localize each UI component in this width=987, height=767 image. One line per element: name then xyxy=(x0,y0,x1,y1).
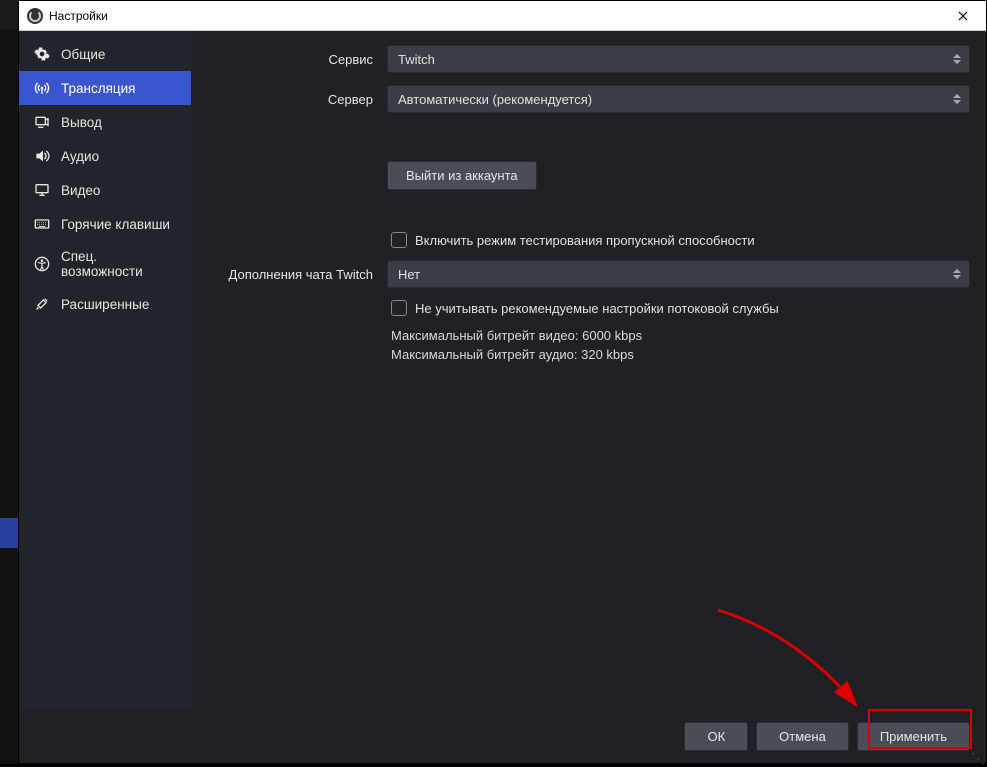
service-select[interactable]: Twitch xyxy=(387,45,970,73)
twitch-addons-value: Нет xyxy=(398,267,420,282)
sidebar-item-label: Вывод xyxy=(61,115,102,130)
spinner-icon xyxy=(949,48,965,70)
bandwidth-test-checkbox[interactable] xyxy=(391,232,407,248)
content-panel: Сервис Twitch Сервер Автоматически (реко… xyxy=(191,31,986,710)
sidebar-item-label: Аудио xyxy=(61,149,99,164)
cancel-button[interactable]: Отмена xyxy=(756,722,849,751)
twitch-addons-label: Дополнения чата Twitch xyxy=(191,267,377,282)
sidebar-item-hotkeys[interactable]: Горячие клавиши xyxy=(19,207,191,241)
sidebar-item-audio[interactable]: Аудио xyxy=(19,139,191,173)
sidebar-item-advanced[interactable]: Расширенные xyxy=(19,287,191,321)
server-label: Сервер xyxy=(191,92,377,107)
sidebar-item-label: Трансляция xyxy=(61,81,135,96)
sidebar-item-label: Горячие клавиши xyxy=(61,217,170,232)
gear-icon xyxy=(33,45,51,63)
sidebar-item-label: Спец. возможности xyxy=(61,249,177,279)
sidebar-item-label: Расширенные xyxy=(61,297,149,312)
server-select[interactable]: Автоматически (рекомендуется) xyxy=(387,85,970,113)
ok-button[interactable]: ОК xyxy=(684,722,748,751)
sidebar-item-accessibility[interactable]: Спец. возможности xyxy=(19,241,191,287)
output-icon xyxy=(33,113,51,131)
titlebar: Настройки xyxy=(19,1,986,31)
tools-icon xyxy=(33,295,51,313)
app-icon xyxy=(27,8,43,24)
sidebar-item-stream[interactable]: Трансляция xyxy=(19,71,191,105)
settings-window: Настройки Общие Трансляция Вывод Аудио xyxy=(18,0,987,764)
bandwidth-test-label: Включить режим тестирования пропускной с… xyxy=(415,233,755,248)
sidebar-item-label: Общие xyxy=(61,47,105,62)
antenna-icon xyxy=(33,79,51,97)
resize-grip[interactable] xyxy=(972,749,984,761)
logout-button[interactable]: Выйти из аккаунта xyxy=(387,161,537,190)
footer: ОК Отмена Применить xyxy=(19,710,986,763)
server-value: Автоматически (рекомендуется) xyxy=(398,92,592,107)
max-video-bitrate: Максимальный битрейт видео: 6000 kbps xyxy=(391,328,976,343)
keyboard-icon xyxy=(33,215,51,233)
sidebar-item-video[interactable]: Видео xyxy=(19,173,191,207)
ignore-recommended-label: Не учитывать рекомендуемые настройки пот… xyxy=(415,301,779,316)
twitch-addons-select[interactable]: Нет xyxy=(387,260,970,288)
spinner-icon xyxy=(949,263,965,285)
max-audio-bitrate: Максимальный битрейт аудио: 320 kbps xyxy=(391,347,976,362)
sidebar-item-general[interactable]: Общие xyxy=(19,37,191,71)
sidebar-item-output[interactable]: Вывод xyxy=(19,105,191,139)
sidebar: Общие Трансляция Вывод Аудио Видео Горяч xyxy=(19,31,191,710)
apply-button[interactable]: Применить xyxy=(857,722,970,751)
close-button[interactable] xyxy=(948,2,978,30)
speaker-icon xyxy=(33,147,51,165)
service-value: Twitch xyxy=(398,52,435,67)
window-title: Настройки xyxy=(49,9,108,23)
sidebar-item-label: Видео xyxy=(61,183,100,198)
accessibility-icon xyxy=(33,255,51,273)
ignore-recommended-checkbox[interactable] xyxy=(391,300,407,316)
spinner-icon xyxy=(949,88,965,110)
background-strip xyxy=(0,30,18,764)
monitor-icon xyxy=(33,181,51,199)
service-label: Сервис xyxy=(191,52,377,67)
